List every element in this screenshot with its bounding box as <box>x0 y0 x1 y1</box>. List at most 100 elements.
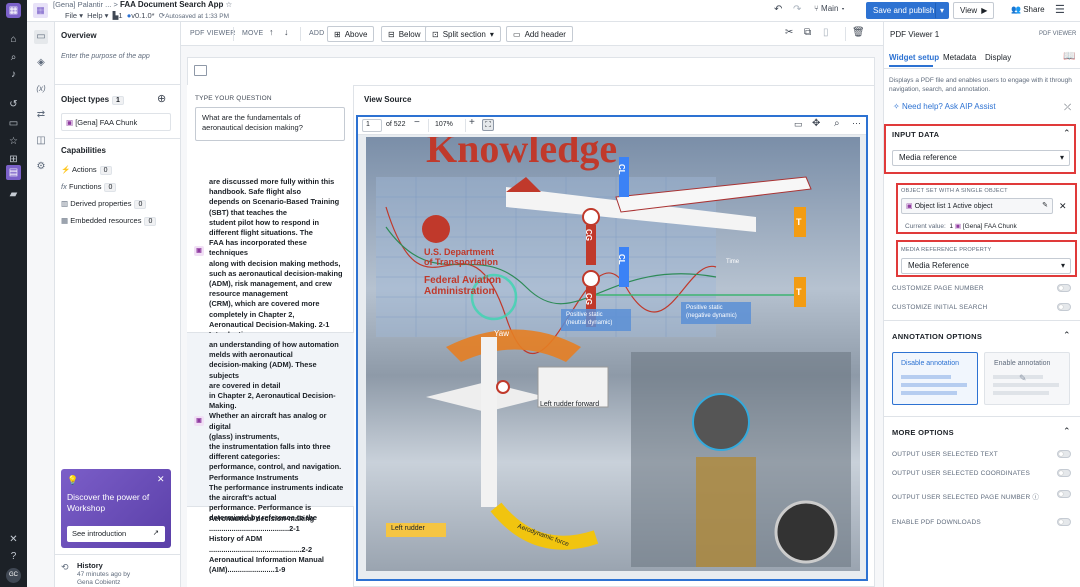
search-icon[interactable]: ⌕ <box>834 118 840 129</box>
workshop-logo-icon[interactable]: ▦ <box>6 3 21 18</box>
close-icon[interactable]: ✕ <box>1059 201 1067 212</box>
left-panel: Overview Enter the purpose of the app Ob… <box>55 22 181 587</box>
share-label: Share <box>1023 5 1045 14</box>
layers-icon[interactable]: ◈ <box>34 56 48 70</box>
output-text-toggle[interactable] <box>1057 450 1071 458</box>
paste-icon[interactable]: ▯ <box>823 27 829 38</box>
annotate-icon[interactable]: ▭ <box>794 119 803 130</box>
tab-metadata[interactable]: Metadata <box>943 53 976 62</box>
capability-embedded-resources[interactable]: ▦ Embedded resources 0 <box>61 216 157 226</box>
search-icon[interactable]: ⌕ <box>6 50 21 65</box>
undo-icon[interactable]: ↶ <box>774 4 782 15</box>
book-icon[interactable]: 📖 <box>1063 51 1075 62</box>
layout-icon[interactable]: ▭ <box>34 30 48 44</box>
star-icon[interactable]: ☆ <box>225 0 232 9</box>
list-item[interactable]: ▣ an understanding of how automation meld… <box>187 333 354 522</box>
save-and-publish-button[interactable]: Save and publish <box>866 2 942 19</box>
add-header-button[interactable]: ▭ Add header <box>506 26 573 42</box>
neutral-static-label: Positive static (neutral dynamic) <box>566 311 612 327</box>
tab-widget-setup[interactable]: Widget setup <box>889 53 939 62</box>
disable-annotation-option[interactable]: Disable annotation <box>892 352 978 405</box>
output-page-row: OUTPUT USER SELECTED PAGE NUMBER ⓘ <box>892 491 1039 501</box>
folder-icon[interactable]: ▰ <box>6 187 21 202</box>
redo-icon[interactable]: ↷ <box>793 4 801 15</box>
output-page-toggle[interactable] <box>1057 490 1071 498</box>
object-type-item[interactable]: ▣ [Gena] FAA Chunk <box>61 113 171 131</box>
capability-count: 0 <box>99 166 112 175</box>
close-icon[interactable]: ✕ <box>157 474 165 485</box>
info-icon[interactable]: ⓘ <box>1032 494 1039 501</box>
code-icon[interactable]: ⇄ <box>34 108 48 122</box>
more-icon[interactable]: ⋯ <box>852 118 861 129</box>
tab-display[interactable]: Display <box>985 53 1011 62</box>
chevron-up-icon[interactable]: ⌃ <box>1063 330 1071 341</box>
list-view-icon[interactable]: ☰ <box>1055 3 1065 16</box>
delete-icon[interactable]: 🗑 <box>852 27 865 38</box>
extensions-icon[interactable]: ✕ <box>6 532 21 547</box>
recent-icon[interactable]: ↺ <box>6 97 21 112</box>
publish-options-button[interactable]: ▾ <box>935 2 950 19</box>
media-reference-select[interactable]: Media Reference ▾ <box>901 258 1071 274</box>
breadcrumb-parent[interactable]: [Gena] Palantir ... <box>53 0 111 9</box>
pdf-page[interactable]: Knowledge U.S. Department of Transportat… <box>366 137 860 571</box>
zoom-out-icon[interactable]: − <box>414 117 420 128</box>
page-title[interactable]: FAA Document Search App <box>120 0 223 9</box>
workshop-app-icon[interactable]: ▤ <box>6 165 21 180</box>
widget-title[interactable]: PDF Viewer 1 <box>890 30 939 39</box>
object-set-input[interactable]: ▣ Object list 1 Active object ✎ <box>901 198 1053 214</box>
section-header-icon[interactable] <box>194 65 207 76</box>
share-button[interactable]: 👥 Share <box>1011 5 1045 14</box>
add-below-button[interactable]: ⊟ Below <box>381 26 428 42</box>
page-number-input[interactable]: 1 <box>362 119 382 132</box>
pan-icon[interactable]: ✥ <box>812 118 820 129</box>
favorites-icon[interactable]: ☆ <box>6 134 21 149</box>
files-icon[interactable]: ▭ <box>6 116 21 131</box>
capability-actions[interactable]: ⚡ Actions 0 <box>61 165 112 175</box>
chevron-up-icon[interactable]: ⌃ <box>1063 426 1071 437</box>
view-button[interactable]: View ▶ <box>953 2 995 19</box>
chevron-up-icon[interactable]: ⌃ <box>1063 128 1071 139</box>
add-object-type-icon[interactable]: ⊕ <box>157 92 166 105</box>
notifications-icon[interactable]: ♪ <box>6 67 21 82</box>
zoom-in-icon[interactable]: + <box>469 117 475 128</box>
data-icon[interactable]: ◫ <box>34 134 48 148</box>
version-label[interactable]: v0.1.0* <box>131 11 154 20</box>
variables-icon[interactable]: (x) <box>34 82 48 96</box>
arrow-down-icon[interactable]: ↓ <box>284 27 289 37</box>
more-options-title: MORE OPTIONS <box>892 428 954 437</box>
edit-icon[interactable]: ✎ <box>1042 201 1048 209</box>
branch-selector[interactable]: ⑂ Main ▾ <box>814 4 845 13</box>
chevron-down-icon: ▾ <box>489 29 494 39</box>
cut-icon[interactable]: ✂ <box>785 27 793 38</box>
capability-functions[interactable]: fx Functions 0 <box>61 182 117 192</box>
question-input[interactable]: What are the fundamentals of aeronautica… <box>195 107 345 141</box>
output-coordinates-toggle[interactable] <box>1057 469 1071 477</box>
add-above-button[interactable]: ⊞ Above <box>327 26 375 42</box>
home-icon[interactable]: ⌂ <box>6 32 21 47</box>
collapse-icon[interactable]: ⤫ <box>1064 102 1071 113</box>
see-introduction-button[interactable]: See introduction ↗ <box>67 526 165 542</box>
settings-gear-icon[interactable]: ⚙ <box>34 160 48 174</box>
enable-annotation-option[interactable]: Enable annotation ✎ <box>984 352 1070 405</box>
history-title[interactable]: History <box>77 561 103 570</box>
pages-count[interactable]: 1 <box>118 11 122 20</box>
current-value: [Gena] FAA Chunk <box>962 223 1017 230</box>
fit-page-icon[interactable]: ⛶ <box>482 119 494 131</box>
menu-file[interactable]: File <box>65 11 77 20</box>
menu-help[interactable]: Help <box>87 11 102 20</box>
arrow-up-icon[interactable]: ↑ <box>269 27 274 37</box>
copy-icon[interactable]: ⧉ <box>804 27 811 38</box>
enable-downloads-toggle[interactable] <box>1057 518 1071 526</box>
input-data-select[interactable]: Media reference ▾ <box>892 150 1070 166</box>
aip-assist-link[interactable]: ✧ Need help? Ask AIP Assist <box>893 102 996 111</box>
customize-search-toggle[interactable] <box>1057 303 1071 311</box>
zoom-level[interactable]: 107% <box>428 119 466 132</box>
list-item[interactable]: ▣ are discussed more fully within this ha… <box>187 170 354 339</box>
overview-input[interactable]: Enter the purpose of the app <box>61 53 150 60</box>
split-section-button[interactable]: ⊡ Split section ▾ <box>425 26 501 42</box>
capability-derived-properties[interactable]: ▥ Derived properties 0 <box>61 199 147 209</box>
customize-page-toggle[interactable] <box>1057 284 1071 292</box>
help-icon[interactable]: ? <box>6 549 21 564</box>
avatar[interactable]: GC <box>6 568 21 583</box>
list-item[interactable]: Aeronautical decision-making ...........… <box>187 507 354 587</box>
